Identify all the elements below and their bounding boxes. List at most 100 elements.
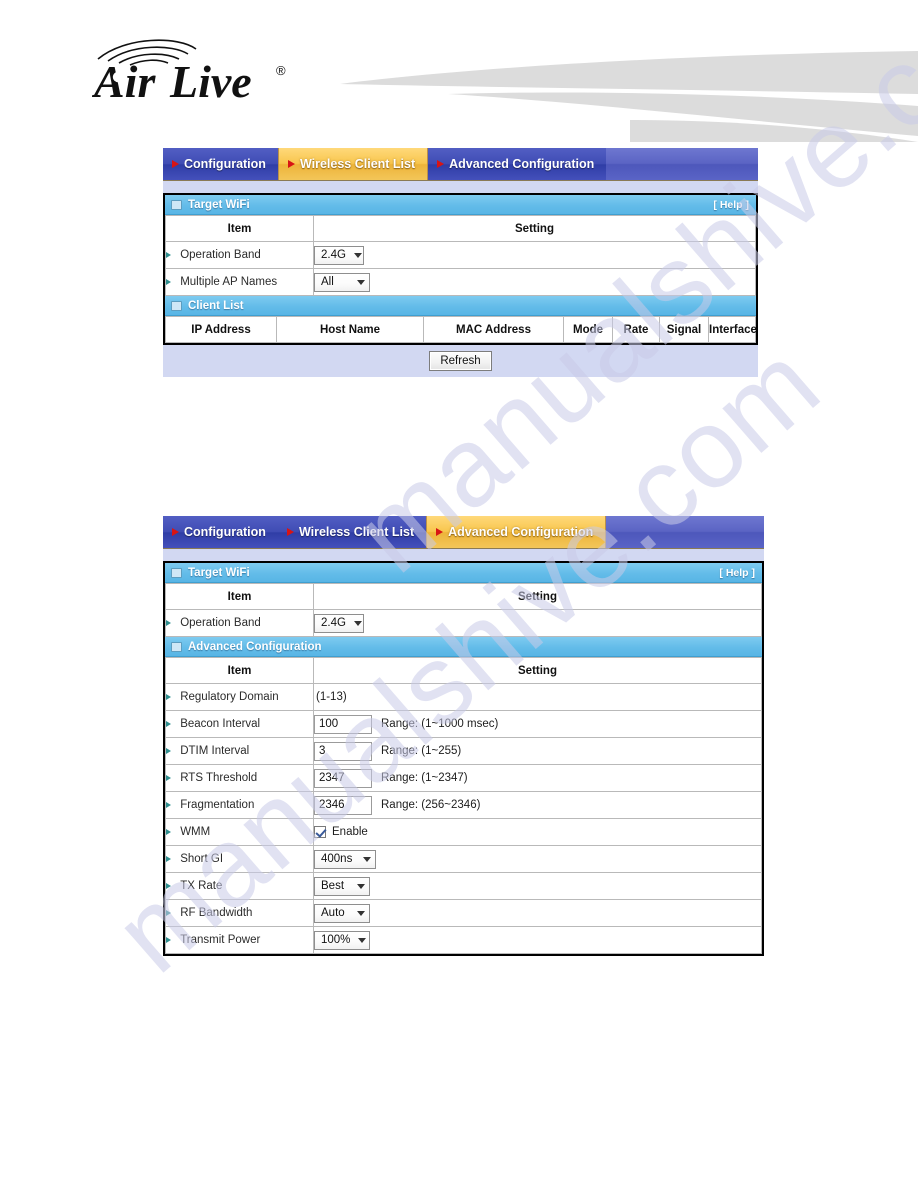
advanced-configuration-panel: Configuration Wireless Client List Advan… bbox=[163, 516, 764, 956]
tx-rate-select[interactable]: Best bbox=[314, 876, 370, 896]
row-setting-regulatory-domain: (1-13) bbox=[313, 683, 762, 711]
row-setting-transmit-power: 100% bbox=[313, 926, 762, 954]
chevron-down-icon bbox=[353, 252, 362, 258]
row-label-text: Short GI bbox=[180, 852, 224, 865]
table-row: TX Rate Best bbox=[165, 872, 762, 900]
row-label-text: TX Rate bbox=[180, 879, 223, 892]
table-row: RF Bandwidth Auto bbox=[165, 899, 762, 927]
row-label-text: Multiple AP Names bbox=[180, 275, 278, 288]
table-row: RTS Threshold 2347 Range: (1~2347) bbox=[165, 764, 762, 792]
tab-configuration[interactable]: Configuration bbox=[163, 516, 278, 548]
transmit-power-select[interactable]: 100% bbox=[314, 930, 370, 950]
bullet-icon bbox=[166, 855, 171, 862]
rts-threshold-input[interactable]: 2347 bbox=[314, 768, 372, 788]
fragmentation-input[interactable]: 2346 bbox=[314, 795, 372, 815]
advanced-configuration-table: Item Setting Regulatory Domain (1-13) Be… bbox=[165, 657, 762, 954]
table-row: Beacon Interval 100 Range: (1~1000 msec) bbox=[165, 710, 762, 738]
table-row: Operation Band 2.4G bbox=[165, 241, 756, 269]
rts-threshold-hint: Range: (1~2347) bbox=[381, 772, 468, 784]
collapse-icon[interactable] bbox=[171, 300, 182, 311]
bullet-icon bbox=[166, 828, 171, 835]
row-label-operation-band: Operation Band bbox=[165, 609, 314, 637]
row-label-dtim-interval: DTIM Interval bbox=[165, 737, 314, 765]
row-label-fragmentation: Fragmentation bbox=[165, 791, 314, 819]
operation-band-select[interactable]: 2.4G bbox=[314, 613, 364, 633]
client-list-table: IP Address Host Name MAC Address Mode Ra… bbox=[165, 316, 757, 343]
collapse-icon[interactable] bbox=[171, 199, 182, 210]
beacon-interval-input[interactable]: 100 bbox=[314, 714, 372, 734]
tab-configuration[interactable]: Configuration bbox=[163, 148, 278, 180]
chevron-down-icon bbox=[353, 620, 362, 626]
panel1-body: Target WiFi [ Help ] Item Setting Operat… bbox=[163, 193, 758, 345]
section-title: Advanced Configuration bbox=[188, 640, 322, 653]
table-row: DTIM Interval 3 Range: (1~255) bbox=[165, 737, 762, 765]
column-header-mode: Mode bbox=[563, 316, 613, 343]
column-header-host-name: Host Name bbox=[276, 316, 424, 343]
tabbar-spacer bbox=[163, 181, 758, 193]
tab-wireless-client-list[interactable]: Wireless Client List bbox=[277, 516, 427, 548]
tab-label: Wireless Client List bbox=[299, 157, 416, 171]
operation-band-select[interactable]: 2.4G bbox=[314, 245, 364, 265]
tabbar-spacer bbox=[163, 549, 764, 561]
panel1-footer: Refresh bbox=[163, 345, 758, 377]
row-label-tx-rate: TX Rate bbox=[165, 872, 314, 900]
multiple-ap-names-select[interactable]: All bbox=[314, 272, 370, 292]
tab-label: Configuration bbox=[184, 157, 266, 171]
column-header-setting: Setting bbox=[313, 215, 756, 242]
column-header-interface: Interface bbox=[708, 316, 757, 343]
registered-mark: ® bbox=[276, 63, 286, 78]
row-setting-rts-threshold: 2347 Range: (1~2347) bbox=[313, 764, 762, 792]
tab-advanced-configuration[interactable]: Advanced Configuration bbox=[426, 516, 607, 548]
panel2-body: Target WiFi [ Help ] Item Setting Operat… bbox=[163, 561, 764, 956]
regulatory-domain-value: (1-13) bbox=[316, 691, 347, 703]
table-header-row: Item Setting bbox=[165, 583, 762, 610]
arrow-right-icon bbox=[437, 160, 445, 168]
section-title: Client List bbox=[188, 299, 244, 312]
chevron-down-icon bbox=[357, 883, 365, 889]
row-setting-rf-bandwidth: Auto bbox=[313, 899, 762, 927]
table-header-row: IP Address Host Name MAC Address Mode Ra… bbox=[165, 316, 757, 343]
tab-label: Configuration bbox=[184, 525, 266, 539]
row-label-rf-bandwidth: RF Bandwidth bbox=[165, 899, 314, 927]
row-setting-beacon-interval: 100 Range: (1~1000 msec) bbox=[313, 710, 762, 738]
arrow-right-icon bbox=[286, 528, 294, 536]
arrow-right-icon bbox=[436, 528, 444, 536]
tab-wireless-client-list[interactable]: Wireless Client List bbox=[277, 148, 429, 180]
row-label-text: Transmit Power bbox=[180, 933, 261, 946]
row-label-beacon-interval: Beacon Interval bbox=[165, 710, 314, 738]
chevron-down-icon bbox=[358, 937, 367, 943]
bullet-icon bbox=[166, 747, 171, 754]
help-link[interactable]: [ Help ] bbox=[713, 199, 749, 211]
short-gi-select[interactable]: 400ns bbox=[314, 849, 376, 869]
wmm-enable-checkbox[interactable] bbox=[314, 826, 326, 838]
select-value: 2.4G bbox=[321, 617, 346, 629]
fragmentation-hint: Range: (256~2346) bbox=[381, 799, 481, 811]
target-wifi-table: Item Setting Operation Band 2.4G bbox=[165, 215, 756, 296]
bullet-icon bbox=[166, 936, 171, 943]
tab-label: Advanced Configuration bbox=[449, 157, 595, 171]
collapse-icon[interactable] bbox=[171, 641, 182, 652]
row-label-regulatory-domain: Regulatory Domain bbox=[165, 683, 314, 711]
arrow-right-icon bbox=[287, 160, 295, 168]
panel2-tabbar: Configuration Wireless Client List Advan… bbox=[163, 516, 764, 549]
row-label-text: Fragmentation bbox=[180, 798, 255, 811]
select-value: 2.4G bbox=[321, 249, 346, 261]
bullet-icon bbox=[166, 693, 171, 700]
row-label-text: WMM bbox=[180, 825, 211, 838]
bullet-icon bbox=[166, 774, 171, 781]
table-row: Regulatory Domain (1-13) bbox=[165, 683, 762, 711]
wmm-enable-label: Enable bbox=[332, 826, 368, 838]
svg-text:Live: Live bbox=[169, 56, 252, 105]
bullet-icon bbox=[166, 801, 171, 808]
dtim-interval-hint: Range: (1~255) bbox=[381, 745, 462, 757]
advanced-configuration-section-header: Advanced Configuration bbox=[165, 637, 762, 657]
collapse-icon[interactable] bbox=[171, 567, 182, 578]
help-link[interactable]: [ Help ] bbox=[719, 567, 755, 579]
target-wifi-section-header: Target WiFi [ Help ] bbox=[165, 195, 756, 215]
tab-advanced-configuration[interactable]: Advanced Configuration bbox=[428, 148, 607, 180]
refresh-button[interactable]: Refresh bbox=[429, 351, 492, 371]
select-value: Auto bbox=[321, 907, 345, 919]
dtim-interval-input[interactable]: 3 bbox=[314, 741, 372, 761]
decorative-swoosh bbox=[340, 51, 918, 142]
rf-bandwidth-select[interactable]: Auto bbox=[314, 903, 370, 923]
